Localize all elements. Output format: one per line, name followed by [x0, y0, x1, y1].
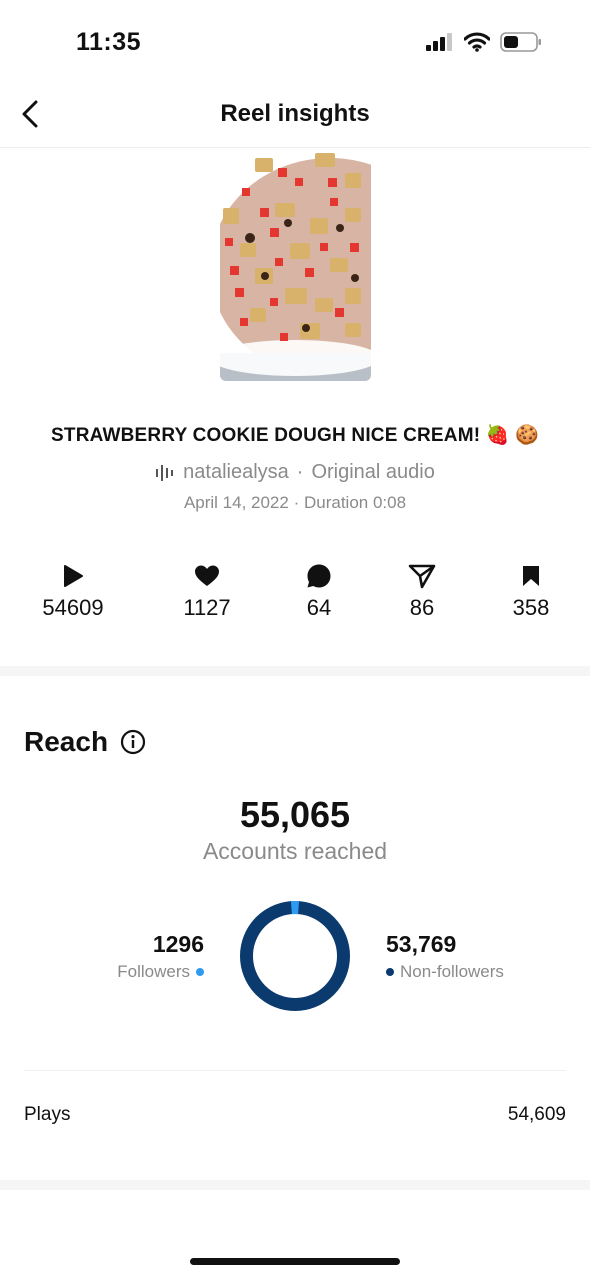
comment-icon — [307, 564, 331, 588]
non-followers-dot — [386, 968, 394, 976]
stat-value: 1127 — [183, 595, 231, 620]
non-followers-value: 53,769 — [386, 931, 457, 957]
engagement-stats: 54609 1127 64 86 358 — [0, 560, 590, 630]
accounts-reached-value: 55,065 — [239, 794, 351, 835]
reel-thumbnail-image — [220, 148, 371, 381]
followers-value: 1296 — [152, 931, 204, 957]
info-icon[interactable] — [120, 729, 146, 755]
reach-title: Reach — [24, 726, 109, 757]
followers-legend: 1296 Followers — [117, 931, 204, 982]
stat-value: 64 — [306, 595, 332, 620]
cellular-signal-icon — [426, 33, 452, 51]
accounts-reached-label: Accounts reached — [202, 838, 388, 864]
nav-bar: Reel insights — [0, 82, 590, 148]
row-separator — [24, 1070, 566, 1071]
plays-value: 54,609 — [507, 1104, 566, 1125]
non-followers-segment — [240, 901, 350, 1011]
reel-duration: Duration 0:08 — [303, 493, 407, 512]
stat-plays: 54609 — [18, 560, 128, 621]
plays-label: Plays — [24, 1104, 71, 1125]
stat-saves: 358 — [476, 560, 586, 621]
home-indicator — [190, 1258, 400, 1265]
stat-value: 54609 — [42, 595, 104, 620]
audio-waveform-icon — [156, 464, 174, 481]
status-icons — [426, 32, 542, 52]
audio-name: Original audio — [311, 461, 435, 483]
stat-likes: 1127 — [152, 560, 262, 621]
audio-separator: · — [296, 461, 304, 483]
page-title: Reel insights — [220, 100, 370, 127]
battery-icon — [500, 32, 541, 52]
reel-title: STRAWBERRY COOKIE DOUGH NICE CREAM! 🍓 🍪 — [51, 425, 539, 446]
date-line: April 14, 2022 · Duration 0:08 — [183, 493, 407, 512]
reach-header: Reach — [24, 726, 146, 758]
wifi-icon — [464, 32, 490, 52]
stat-comments: 64 — [264, 560, 374, 621]
stat-shares: 86 — [367, 560, 477, 621]
bookmark-icon — [523, 566, 539, 586]
non-followers-label: Non-followers — [400, 962, 504, 981]
share-icon — [408, 564, 436, 589]
section-divider — [0, 1180, 590, 1190]
section-divider — [0, 666, 590, 676]
followers-dot — [196, 968, 204, 976]
non-followers-legend: 53,769 Non-followers — [386, 931, 504, 982]
followers-label: Followers — [117, 962, 190, 981]
heart-icon — [195, 565, 219, 586]
status-bar: 11:35 — [0, 0, 590, 80]
reel-thumbnail[interactable] — [220, 148, 371, 381]
status-time: 11:35 — [76, 28, 142, 56]
audio-username: nataliealysa — [183, 461, 289, 483]
stat-value: 86 — [409, 595, 435, 620]
reach-donut-chart — [240, 901, 350, 1011]
stat-value: 358 — [512, 595, 550, 620]
reel-date: April 14, 2022 — [183, 493, 289, 512]
audio-line[interactable]: nataliealysa · Original audio — [0, 461, 590, 484]
play-icon — [64, 565, 83, 587]
